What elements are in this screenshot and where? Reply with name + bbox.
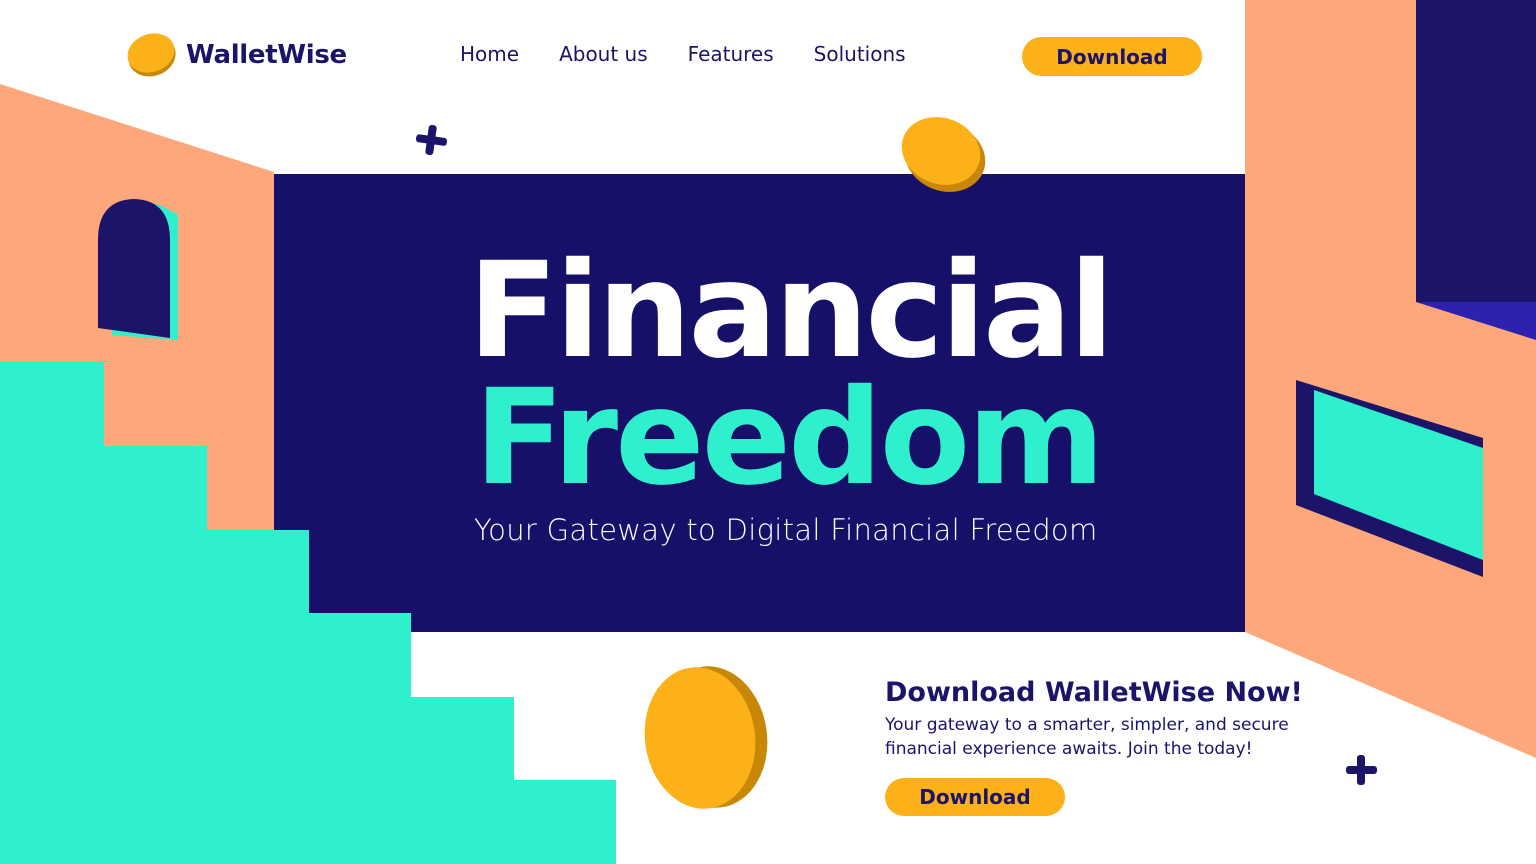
- nav-home[interactable]: Home: [460, 42, 519, 66]
- arch-window: [98, 199, 170, 338]
- nav-solutions[interactable]: Solutions: [814, 42, 906, 66]
- nav-about-us[interactable]: About us: [559, 42, 648, 66]
- brand-name: WalletWise: [186, 40, 347, 70]
- hero-title-line1: Financial: [468, 234, 1114, 388]
- cta-title: Download WalletWise Now!: [885, 677, 1303, 708]
- hero-subtitle: Your Gateway to Digital Financial Freedo…: [474, 513, 1098, 547]
- cta-download-button[interactable]: Download: [885, 778, 1065, 816]
- brand-logo[interactable]: WalletWise: [126, 30, 347, 80]
- coin-icon: [644, 666, 768, 809]
- main-nav: Home About us Features Solutions: [460, 42, 946, 66]
- plus-icon: [415, 124, 448, 156]
- coin-icon: [127, 33, 176, 77]
- header-download-button[interactable]: Download: [1022, 37, 1202, 76]
- hero-title-line2: Freedom: [474, 361, 1105, 515]
- right-navy-block: [1416, 0, 1536, 302]
- nav-features[interactable]: Features: [688, 42, 774, 66]
- cta-body: Your gateway to a smarter, simpler, and …: [885, 715, 1289, 759]
